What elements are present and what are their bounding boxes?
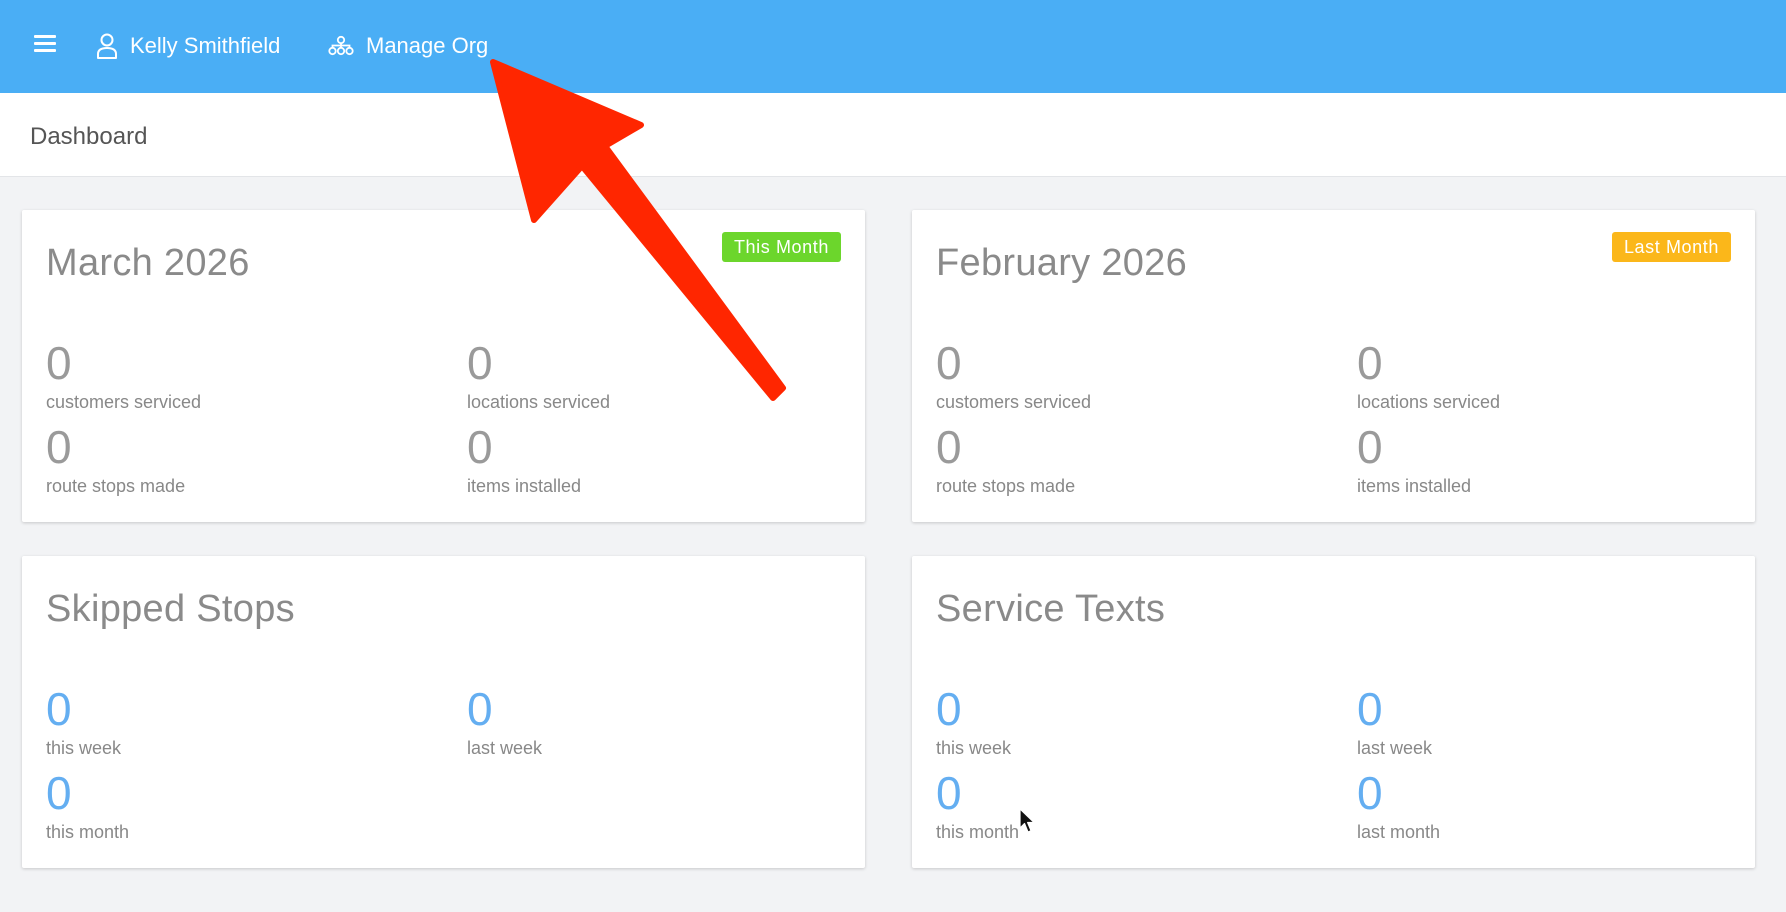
stat-label: this week bbox=[936, 738, 1012, 758]
card-title: March 2026 bbox=[46, 242, 250, 284]
stat-value[interactable]: 0 bbox=[46, 686, 121, 732]
user-name: Kelly Smithfield bbox=[130, 33, 281, 58]
stat-value: 0 bbox=[467, 421, 493, 473]
stat-last-week[interactable]: 0 last week bbox=[467, 686, 542, 759]
stat-this-month[interactable]: 0 this month bbox=[936, 770, 1019, 843]
stat-value[interactable]: 0 bbox=[1357, 770, 1440, 816]
stat-items-installed: 0 items installed bbox=[467, 424, 581, 497]
hamburger-menu-icon[interactable] bbox=[34, 35, 56, 53]
stat-value[interactable]: 0 bbox=[936, 686, 1011, 732]
user-profile-link[interactable]: Kelly Smithfield bbox=[96, 28, 280, 64]
stat-label: locations serviced bbox=[467, 392, 611, 412]
stat-value[interactable]: 0 bbox=[467, 686, 542, 732]
stat-label: this week bbox=[46, 738, 122, 758]
card-title: February 2026 bbox=[936, 242, 1188, 284]
last-month-badge: Last Month bbox=[1611, 232, 1731, 262]
stat-label: route stops made bbox=[46, 476, 186, 496]
last-month-card: February 2026 Last Month 0 customers ser… bbox=[912, 210, 1755, 522]
card-title: Skipped Stops bbox=[46, 588, 295, 630]
stat-value: 0 bbox=[467, 337, 493, 389]
stat-label: customers serviced bbox=[936, 392, 1092, 412]
stat-this-week[interactable]: 0 this week bbox=[936, 686, 1011, 759]
stat-route-stops-made: 0 route stops made bbox=[46, 424, 185, 497]
stat-locations-serviced: 0 locations serviced bbox=[467, 340, 610, 413]
card-title: Service Texts bbox=[936, 588, 1166, 630]
manage-org-link[interactable]: Manage Org bbox=[328, 28, 488, 64]
stat-customers-serviced: 0 customers serviced bbox=[46, 340, 201, 413]
top-navbar: Kelly Smithfield Manage Org bbox=[0, 0, 1786, 93]
stat-label: this month bbox=[936, 822, 1020, 842]
stat-label: customers serviced bbox=[46, 392, 202, 412]
page-title: Dashboard bbox=[30, 123, 148, 150]
stat-label: last week bbox=[1357, 738, 1433, 758]
page-header: Dashboard bbox=[0, 93, 1786, 177]
stat-locations-serviced: 0 locations serviced bbox=[1357, 340, 1500, 413]
stat-label: items installed bbox=[467, 476, 582, 496]
stat-last-month[interactable]: 0 last month bbox=[1357, 770, 1440, 843]
stat-this-month[interactable]: 0 this month bbox=[46, 770, 129, 843]
stat-value[interactable]: 0 bbox=[46, 770, 129, 816]
service-texts-card: Service Texts 0 this week 0 last week 0 … bbox=[912, 556, 1755, 868]
stat-label: items installed bbox=[1357, 476, 1472, 496]
stat-label: this month bbox=[46, 822, 130, 842]
user-icon bbox=[97, 33, 117, 59]
skipped-stops-card: Skipped Stops 0 this week 0 last week 0 … bbox=[22, 556, 865, 868]
stat-value: 0 bbox=[936, 421, 962, 473]
stat-value[interactable]: 0 bbox=[1357, 686, 1432, 732]
mouse-cursor-icon bbox=[1019, 808, 1035, 833]
stat-label: last week bbox=[467, 738, 543, 758]
manage-org-label: Manage Org bbox=[366, 33, 489, 58]
stat-items-installed: 0 items installed bbox=[1357, 424, 1471, 497]
stat-value: 0 bbox=[1357, 421, 1383, 473]
stat-value: 0 bbox=[46, 337, 72, 389]
stat-this-week[interactable]: 0 this week bbox=[46, 686, 121, 759]
org-chart-icon bbox=[328, 35, 354, 56]
stat-value: 0 bbox=[1357, 337, 1383, 389]
stat-value: 0 bbox=[936, 337, 962, 389]
stat-value: 0 bbox=[46, 421, 72, 473]
stat-route-stops-made: 0 route stops made bbox=[936, 424, 1075, 497]
stat-last-week[interactable]: 0 last week bbox=[1357, 686, 1432, 759]
stat-label: route stops made bbox=[936, 476, 1076, 496]
stat-value[interactable]: 0 bbox=[936, 770, 1019, 816]
this-month-badge: This Month bbox=[721, 232, 841, 262]
stat-customers-serviced: 0 customers serviced bbox=[936, 340, 1091, 413]
stat-label: last month bbox=[1357, 822, 1441, 842]
stat-label: locations serviced bbox=[1357, 392, 1501, 412]
this-month-card: March 2026 This Month 0 customers servic… bbox=[22, 210, 865, 522]
